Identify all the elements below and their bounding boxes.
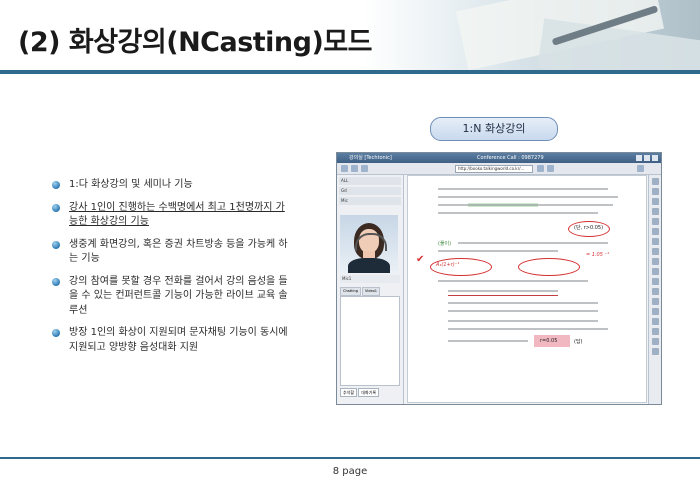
header-divider (0, 70, 700, 74)
chat-area[interactable] (340, 296, 400, 386)
bullet-icon (52, 240, 60, 249)
minimize-icon[interactable] (636, 155, 642, 161)
window-title: Conference Call : 0987279 (477, 155, 544, 161)
maximize-icon[interactable] (644, 155, 650, 161)
tool-icon[interactable] (651, 218, 659, 225)
window-toolbar: http://booko.talkingworld.co.kr/... (337, 163, 661, 175)
tool-icon[interactable] (651, 348, 659, 355)
participant-row[interactable]: Gd (339, 187, 401, 195)
chat-log-button[interactable]: 대화기록 (358, 388, 380, 397)
header-banner: (2) 화상강의(NCasting)모드 (0, 0, 700, 70)
window-titlebar: 강의실 [Techtonic] Conference Call : 098727… (337, 153, 661, 163)
feature-item: 방장 1인의 화상이 지원되며 문자채팅 기능이 동시에 지원되고 양방향 음성… (52, 326, 292, 355)
footer-divider (0, 457, 700, 459)
tool-palette (648, 175, 661, 404)
tool-icon[interactable] (651, 188, 659, 195)
participant-row[interactable]: Mic (339, 197, 401, 205)
doc-formula: A₁(1+r)⁻¹ (436, 262, 460, 268)
page-title: (2) 화상강의(NCasting)모드 (18, 27, 373, 58)
tool-icon[interactable] (651, 288, 659, 295)
address-bar[interactable]: http://booko.talkingworld.co.kr/... (455, 165, 533, 173)
chat-controls: 추석할 대화기록 (340, 388, 398, 397)
app-name: 강의실 [Techtonic] (349, 155, 392, 161)
bullet-icon (52, 203, 60, 212)
feature-item: 강사 1인이 진행하는 수백명에서 최고 1천명까지 가능한 화상강의 기능 (52, 201, 292, 230)
tab-video1[interactable]: Video1 (361, 287, 381, 296)
tool-icon[interactable] (651, 268, 659, 275)
tool-icon[interactable] (651, 298, 659, 305)
close-icon[interactable] (652, 155, 658, 161)
bullet-icon (52, 329, 60, 337)
tool-icon[interactable] (651, 338, 659, 345)
tool-icon[interactable] (651, 198, 659, 205)
tool-icon[interactable] (651, 258, 659, 265)
doc-badge: (풀이) (438, 241, 452, 247)
pen-icon[interactable] (537, 165, 544, 172)
participant-row[interactable]: ALL (339, 177, 401, 185)
shared-document: (단, r>0.05) (풀이) ✔ A₁(1+r)⁻¹ = 1.05 ⁻¹ r… (407, 175, 647, 403)
app-screenshot: 강의실 [Techtonic] Conference Call : 098727… (336, 152, 662, 405)
feature-item: 생중계 화면강의, 혹은 증권 차트방송 등을 가능케 하는 기능 (52, 238, 292, 267)
answer-note: (답) (574, 339, 583, 345)
formula-circle (518, 258, 580, 276)
tool-icon[interactable] (651, 178, 659, 185)
tab-chatting[interactable]: Chatting (340, 287, 361, 296)
bullet-icon (52, 277, 60, 286)
tool-icon[interactable] (651, 238, 659, 245)
header-photo (420, 0, 700, 70)
refresh-icon[interactable] (361, 165, 368, 172)
page-number: 8 page (332, 466, 368, 477)
doc-annotation: (단, r>0.05) (574, 225, 604, 231)
participant-panel: ALL Gd Mic Mic1 ChattingVideo1Video2 추석할… (337, 175, 404, 404)
forward-icon[interactable] (351, 165, 358, 172)
section-label: 1:N 화상강의 (430, 117, 558, 141)
doc-formula-2: = 1.05 ⁻¹ (586, 252, 610, 258)
feature-list: 1:다 화상강의 및 세미나 기능 강사 1인이 진행하는 수백명에서 최고 1… (52, 178, 292, 363)
tool-icon[interactable] (651, 228, 659, 235)
feature-item: 강의 참여를 못할 경우 전화를 걸어서 강의 음성을 들을 수 있는 컨퍼런트… (52, 275, 292, 319)
tool-icon[interactable] (651, 308, 659, 315)
eraser-icon[interactable] (547, 165, 554, 172)
mic-label: Mic1 (340, 275, 400, 283)
back-icon[interactable] (341, 165, 348, 172)
settings-icon[interactable] (637, 165, 644, 172)
answer-value: r=0.05 (540, 338, 558, 344)
chat-select[interactable]: 추석할 (340, 388, 358, 397)
tool-icon[interactable] (651, 328, 659, 335)
tool-icon[interactable] (651, 248, 659, 255)
feature-item: 1:다 화상강의 및 세미나 기능 (52, 178, 292, 193)
tool-icon[interactable] (651, 318, 659, 325)
bullet-icon (52, 181, 60, 189)
instructor-video (340, 215, 398, 273)
tool-icon[interactable] (651, 208, 659, 215)
check-mark-icon: ✔ (416, 254, 425, 265)
tool-icon[interactable] (651, 278, 659, 285)
chat-tabs: ChattingVideo1Video2 (340, 287, 398, 305)
